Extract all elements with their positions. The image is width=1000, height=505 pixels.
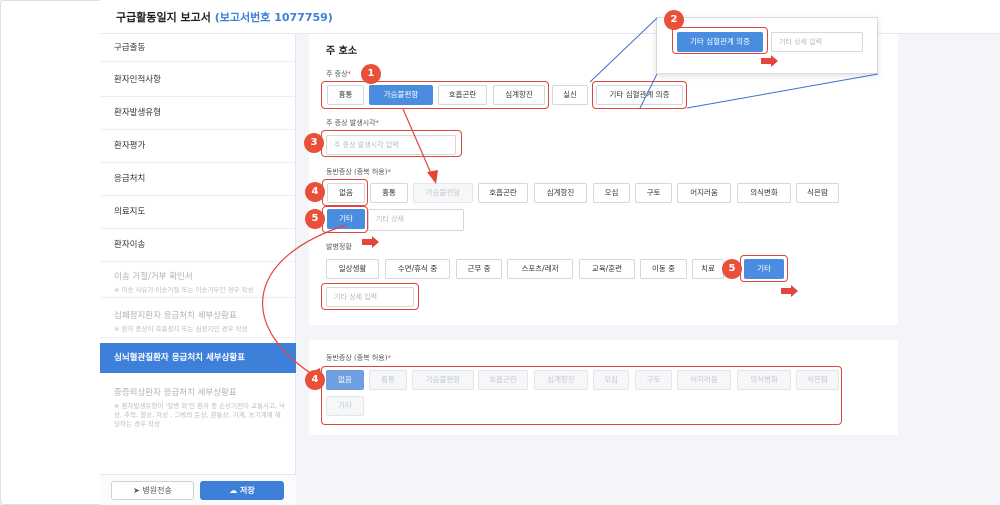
save-button-label: 저장 — [240, 486, 255, 495]
highlight-accomp-none — [322, 179, 368, 206]
sidebar-item-label: 환자발생유형 — [114, 108, 161, 118]
accomp-option-cold-sweat[interactable]: 식은땀 — [796, 183, 839, 203]
situation-option-training[interactable]: 교육/훈련 — [579, 259, 635, 279]
sidebar-item-patient-info[interactable]: 환자인적사항 — [100, 64, 296, 97]
send-button-label: 병원전송 — [142, 486, 172, 495]
situation-option-sports[interactable]: 스포츠/레저 — [507, 259, 573, 279]
sidebar-item-refusal[interactable]: 이송 거절/거부 확인서 ※ 이송 사유가 이송거절 또는 이송거부인 경우 작… — [100, 262, 296, 298]
sidebar: 구급출동 환자인적사항 환자발생유형 환자평가 응급처치 의료지도 환자이송 이… — [100, 34, 296, 505]
highlight-chief-options — [321, 81, 549, 109]
accompanying-label: 동반증상 (중복 허용)* — [326, 168, 391, 176]
sidebar-item-label: 환자이송 — [114, 240, 146, 250]
cloud-upload-icon: ☁ — [229, 486, 238, 495]
highlight-situation-other — [740, 255, 788, 282]
situation-option-sleep[interactable]: 수면/휴식 중 — [385, 259, 450, 279]
highlight-popup-button — [672, 27, 768, 54]
sidebar-item-note: ※ 환자 증상이 호흡정지 또는 심정지인 경우 작성 — [114, 325, 248, 333]
sidebar-item-cardio-cerebro[interactable]: 심뇌혈관질환자 응급처치 세부상황표 — [100, 343, 296, 373]
step-badge: 1 — [361, 64, 381, 84]
sidebar-item-label: 심뇌혈관질환자 응급처치 세부상황표 — [114, 353, 246, 363]
report-number: (보고서번호 1077759) — [214, 11, 333, 24]
accomp-option-dizziness[interactable]: 어지러움 — [677, 183, 731, 203]
highlight-accomp2-group — [321, 366, 842, 425]
situation-option-daily[interactable]: 일상생활 — [326, 259, 379, 279]
step-badge: 2 — [664, 10, 684, 30]
sidebar-item-first-aid[interactable]: 응급처치 — [100, 163, 296, 196]
highlight-other-cardio — [592, 81, 687, 109]
sidebar-item-cardiac-arrest[interactable]: 심폐정지환자 응급처치 세부상황표 ※ 환자 증상이 호흡정지 또는 심정지인 … — [100, 298, 296, 338]
onset-time-label: 주 증상 발생시각* — [326, 119, 380, 127]
accomp-option-chest-discomfort: 가슴불편함 — [413, 183, 473, 203]
step-badge: 3 — [304, 133, 324, 153]
sidebar-item-label: 환자평가 — [114, 141, 146, 151]
popup-detail-input[interactable]: 기타 상세 입력 — [771, 32, 863, 52]
highlight-situation-input — [321, 283, 419, 310]
accomp-option-mental-change[interactable]: 의식변화 — [737, 183, 791, 203]
save-button[interactable]: ☁ 저장 — [200, 481, 284, 500]
accomp-option-vomit[interactable]: 구토 — [635, 183, 672, 203]
sidebar-item-label: 환자인적사항 — [114, 75, 161, 85]
accomp-other-detail-input[interactable]: 기타 상세 — [368, 209, 464, 231]
sidebar-item-occurrence-type[interactable]: 환자발생유형 — [100, 97, 296, 130]
situation-option-work[interactable]: 근무 중 — [456, 259, 502, 279]
sidebar-item-assessment[interactable]: 환자평가 — [100, 130, 296, 163]
accompanying-label-2: 동반증상 (중복 허용)* — [326, 354, 391, 362]
sidebar-footer: ➤ 병원전송 ☁ 저장 — [100, 474, 296, 505]
highlight-accomp-other — [322, 206, 368, 233]
sidebar-item-note: ※ 환자발생유형이 '질병 외'인 환자 중 손상기전이 교통사고, 낙상, 추… — [114, 402, 286, 428]
sidebar-item-label: 이송 거절/거부 확인서 — [114, 272, 193, 282]
situation-option-moving[interactable]: 이동 중 — [640, 259, 687, 279]
chief-symptom-label: 주 증상* — [326, 70, 352, 78]
step-badge: 4 — [305, 182, 325, 202]
accomp-option-nausea[interactable]: 오심 — [593, 183, 630, 203]
sidebar-item-label: 구급출동 — [114, 43, 146, 53]
page-title: 구급활동일지 보고서 (보고서번호 1077759) — [116, 9, 333, 25]
highlight-onset-input — [321, 130, 462, 157]
situation-label: 발병정황 — [326, 243, 352, 251]
sidebar-item-label: 의료지도 — [114, 207, 146, 217]
hospital-send-button[interactable]: ➤ 병원전송 — [111, 481, 194, 500]
accomp-option-dyspnea[interactable]: 호흡곤란 — [478, 183, 528, 203]
chief-complaint-card — [309, 34, 898, 325]
sidebar-item-dispatch[interactable]: 구급출동 — [100, 34, 296, 62]
step-badge: 4 — [305, 370, 325, 390]
report-title: 구급활동일지 보고서 — [116, 11, 211, 24]
accomp-option-palpitation[interactable]: 심계항진 — [534, 183, 587, 203]
sidebar-item-note: ※ 이송 사유가 이송거절 또는 이송거부인 경우 작성 — [114, 286, 254, 294]
sidebar-item-transport[interactable]: 환자이송 — [100, 229, 296, 262]
accomp-option-chest-pain[interactable]: 흉통 — [370, 183, 408, 203]
sidebar-item-label: 심폐정지환자 응급처치 세부상황표 — [114, 311, 237, 321]
step-badge: 5 — [305, 209, 325, 229]
sidebar-item-label: 중증외상환자 응급처치 세부상황표 — [114, 388, 237, 398]
sidebar-item-label: 응급처치 — [114, 174, 146, 184]
situation-option-treatment[interactable]: 치료 — [692, 259, 724, 279]
send-icon: ➤ — [133, 486, 140, 495]
step-badge: 5 — [722, 259, 742, 279]
section-title: 주 호소 — [326, 46, 358, 57]
sidebar-item-severe-trauma[interactable]: 중증외상환자 응급처치 세부상황표 ※ 환자발생유형이 '질병 외'인 환자 중… — [100, 380, 296, 440]
sidebar-item-medical-guidance[interactable]: 의료지도 — [100, 196, 296, 229]
chief-option-syncope[interactable]: 실신 — [552, 85, 588, 105]
